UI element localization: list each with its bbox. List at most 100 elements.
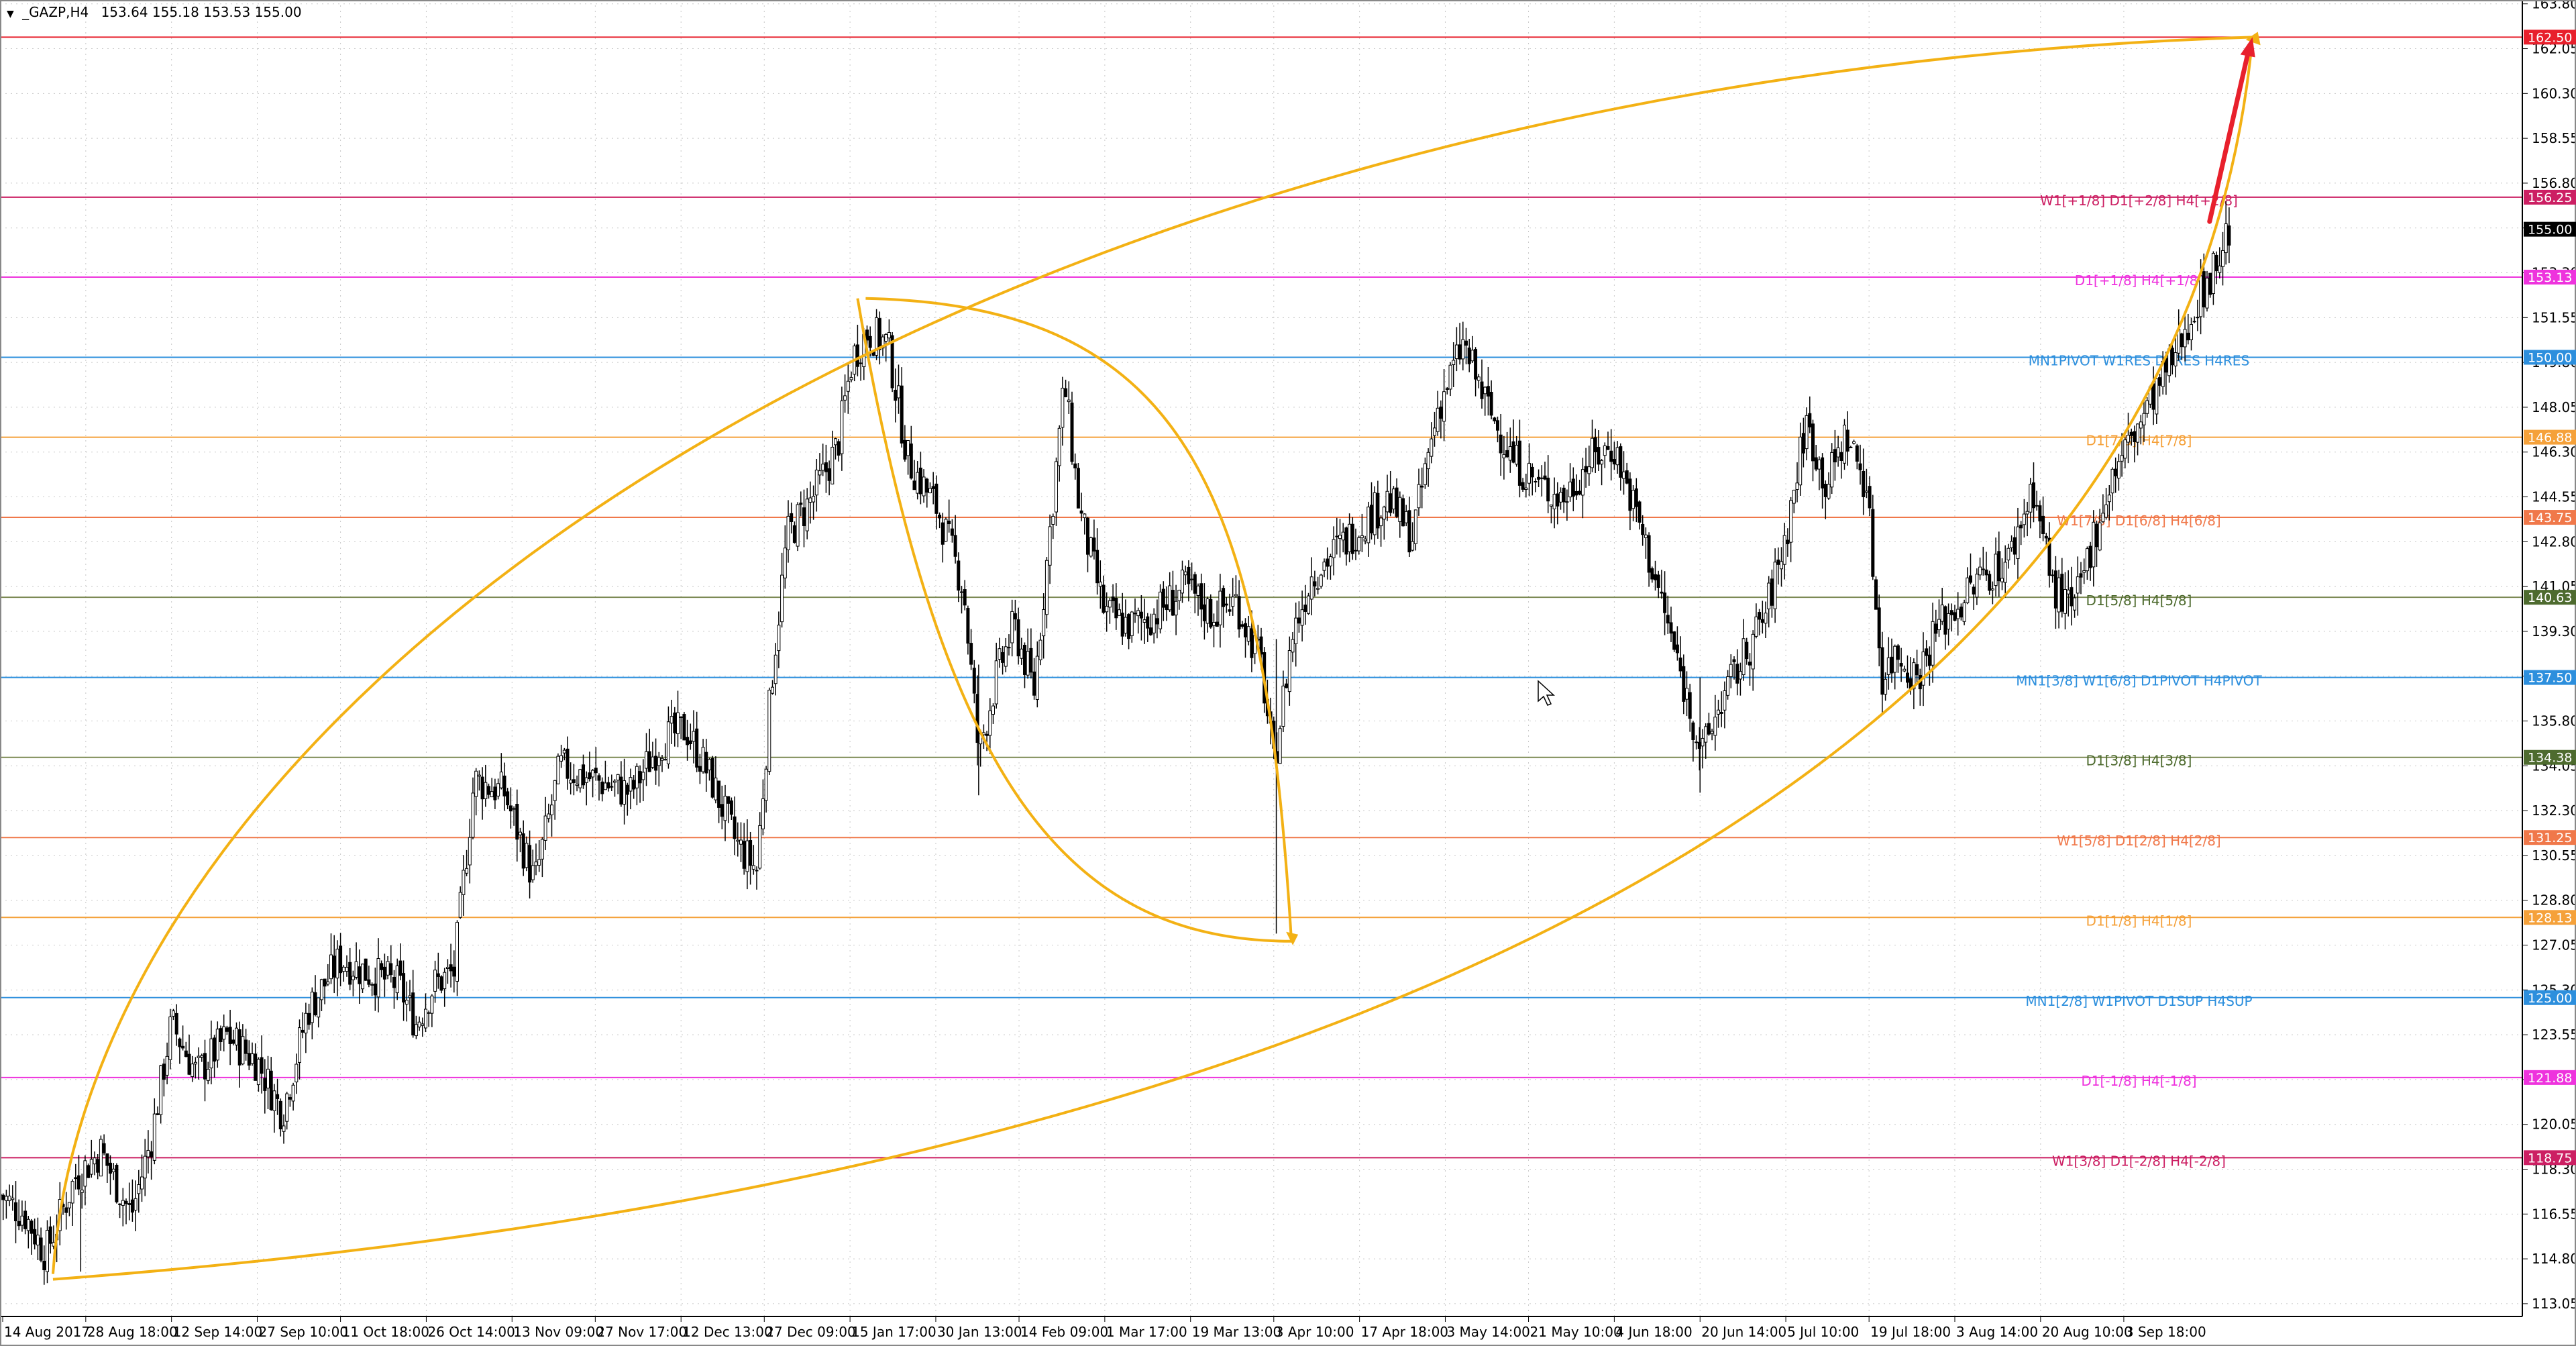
x-tick-label: 28 Aug 18:00	[87, 1324, 178, 1340]
candle-body	[638, 771, 642, 784]
candle-body	[272, 1090, 276, 1112]
candle-body	[519, 831, 522, 835]
candle-body	[543, 815, 547, 841]
candle-body	[184, 1050, 188, 1057]
candle-body	[443, 972, 447, 990]
candle-body	[2199, 275, 2203, 317]
candle-body	[2101, 513, 2105, 523]
candle-body	[1404, 511, 1408, 523]
candle-body	[1839, 452, 1843, 462]
candle-body	[1556, 493, 1560, 507]
candle-body	[1044, 560, 1049, 615]
candle-body	[402, 973, 406, 1002]
candle-body	[2010, 541, 2014, 548]
candle-body	[2183, 329, 2187, 348]
candle-body	[1294, 617, 1298, 645]
chart-window[interactable]: W1[+1/8] D1[+2/8] H4[+2/8] D1[+1/8] H4[+1…	[0, 0, 2576, 1346]
x-tick-label: 27 Nov 17:00	[596, 1324, 687, 1340]
x-tick-label: 4 Jun 18:00	[1615, 1324, 1692, 1340]
candle-body	[1534, 480, 1538, 482]
candle-body	[1, 1194, 5, 1200]
candle-body	[389, 963, 393, 976]
candle-body	[307, 1013, 311, 1025]
candle-body	[150, 1151, 154, 1157]
candle-body	[947, 520, 951, 525]
candle-body	[235, 1027, 238, 1045]
candle-body	[2192, 321, 2196, 323]
candle-body	[1770, 578, 1774, 606]
candle-body	[780, 574, 784, 623]
triangle-down-icon[interactable]: ▼	[7, 9, 14, 19]
candle-body	[1297, 617, 1301, 624]
candle-body	[1051, 515, 1055, 525]
x-tick-label: 27 Dec 09:00	[765, 1324, 856, 1340]
candle-body	[386, 961, 390, 976]
candle-body	[1650, 568, 1654, 580]
candle-body	[515, 804, 519, 840]
candle-body	[487, 786, 490, 795]
candle-body	[1332, 539, 1336, 558]
candle-body	[865, 329, 869, 341]
candle-body	[805, 499, 809, 531]
candle-body	[1972, 586, 1976, 594]
candle-body	[496, 783, 500, 796]
candle-body	[1120, 613, 1124, 637]
candle-body	[818, 470, 822, 476]
candle-body	[1142, 619, 1146, 623]
candle-body	[2041, 515, 2045, 535]
candle-body	[1956, 609, 1960, 619]
candle-body	[761, 798, 765, 829]
candle-body	[887, 332, 891, 339]
candle-body	[1966, 577, 1970, 603]
candle-body	[686, 737, 690, 745]
candle-body	[278, 1100, 282, 1130]
candle-body	[74, 1177, 78, 1180]
candle-body	[193, 1062, 197, 1065]
candle-body	[645, 751, 648, 769]
candle-body	[1439, 406, 1443, 419]
symbol-header: ▼ _GAZP,H4 153.64 155.18 153.53 155.00	[7, 4, 310, 20]
candle-body	[20, 1215, 24, 1226]
candle-body	[1474, 349, 1478, 380]
candle-body	[1026, 651, 1030, 676]
candle-body	[1291, 639, 1295, 653]
candle-body	[468, 837, 472, 866]
y-tick-label: 160.30	[2532, 85, 2576, 101]
candle-body	[1833, 449, 1837, 463]
candle-body	[1212, 622, 1216, 626]
candle-body	[2139, 421, 2143, 429]
candle-body	[1959, 607, 1963, 618]
candle-body	[2151, 383, 2155, 410]
candle-body	[1852, 441, 1856, 444]
price-chart[interactable]: W1[+1/8] D1[+2/8] H4[+2/8] D1[+1/8] H4[+1…	[0, 0, 2576, 1346]
candle-body	[137, 1184, 141, 1194]
candle-body	[2088, 546, 2092, 568]
candle-body	[1801, 433, 1805, 454]
candle-body	[764, 768, 768, 801]
candle-body	[1997, 551, 2001, 582]
candle-body	[339, 945, 343, 974]
candle-body	[376, 957, 380, 998]
candle-body	[635, 766, 639, 788]
candle-body	[121, 1200, 125, 1206]
candle-body	[2218, 265, 2222, 273]
candle-body	[616, 774, 620, 781]
candle-body	[1644, 534, 1648, 538]
candle-body	[1723, 690, 1727, 711]
candle-body	[1552, 494, 1556, 509]
price-badge-label: 156.25	[2528, 191, 2572, 205]
candle-body	[727, 796, 731, 804]
candle-body	[1499, 434, 1503, 454]
candle-body	[1738, 671, 1742, 680]
candle-body	[692, 731, 696, 742]
candle-body	[1395, 487, 1399, 517]
candle-body	[256, 1059, 260, 1085]
candle-body	[215, 1029, 219, 1061]
candle-body	[332, 955, 336, 978]
candle-body	[846, 380, 850, 392]
candle-body	[1741, 638, 1746, 676]
y-tick-label: 158.55	[2532, 130, 2576, 146]
candle-body	[584, 777, 588, 783]
candle-body	[1682, 666, 1686, 702]
candle-body	[1303, 605, 1307, 612]
